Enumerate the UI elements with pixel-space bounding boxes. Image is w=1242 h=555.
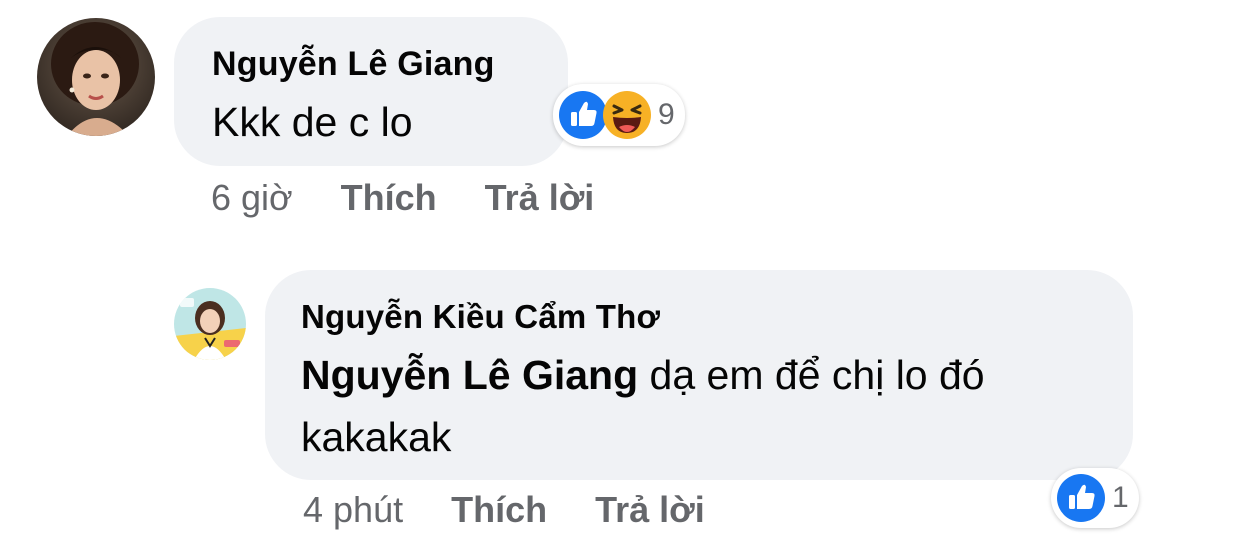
reaction-count: 1	[1112, 481, 1129, 514]
comment-text: Nguyễn Lê Giang dạ em để chị lo đó kakak…	[301, 344, 1121, 468]
comment-timestamp[interactable]: 6 giờ	[211, 177, 293, 218]
avatar[interactable]	[174, 288, 246, 360]
reply-button[interactable]: Trả lời	[485, 177, 595, 218]
comment-meta: 4 phút Thích Trả lời	[303, 489, 705, 531]
mention-link[interactable]: Nguyễn Lê Giang	[301, 352, 638, 398]
reaction-summary[interactable]: 9	[553, 84, 685, 146]
comment-timestamp[interactable]: 4 phút	[303, 489, 403, 530]
comment-author[interactable]: Nguyễn Lê Giang	[212, 45, 495, 84]
like-icon	[1056, 473, 1106, 523]
reaction-summary[interactable]: 1	[1051, 468, 1139, 528]
comment-author[interactable]: Nguyễn Kiều Cẩm Thơ	[301, 298, 660, 336]
comment-bubble: Nguyễn Lê Giang Kkk de c lo	[174, 17, 568, 166]
avatar[interactable]	[37, 18, 155, 136]
comment-bubble: Nguyễn Kiều Cẩm Thơ Nguyễn Lê Giang dạ e…	[265, 270, 1133, 480]
like-icon	[558, 90, 608, 140]
reply-button[interactable]: Trả lời	[595, 489, 705, 530]
like-button[interactable]: Thích	[451, 489, 547, 530]
haha-icon	[602, 90, 652, 140]
comment-text: Kkk de c lo	[212, 99, 413, 145]
reaction-count: 9	[658, 98, 675, 131]
like-button[interactable]: Thích	[341, 177, 437, 218]
comment-meta: 6 giờ Thích Trả lời	[211, 177, 594, 219]
